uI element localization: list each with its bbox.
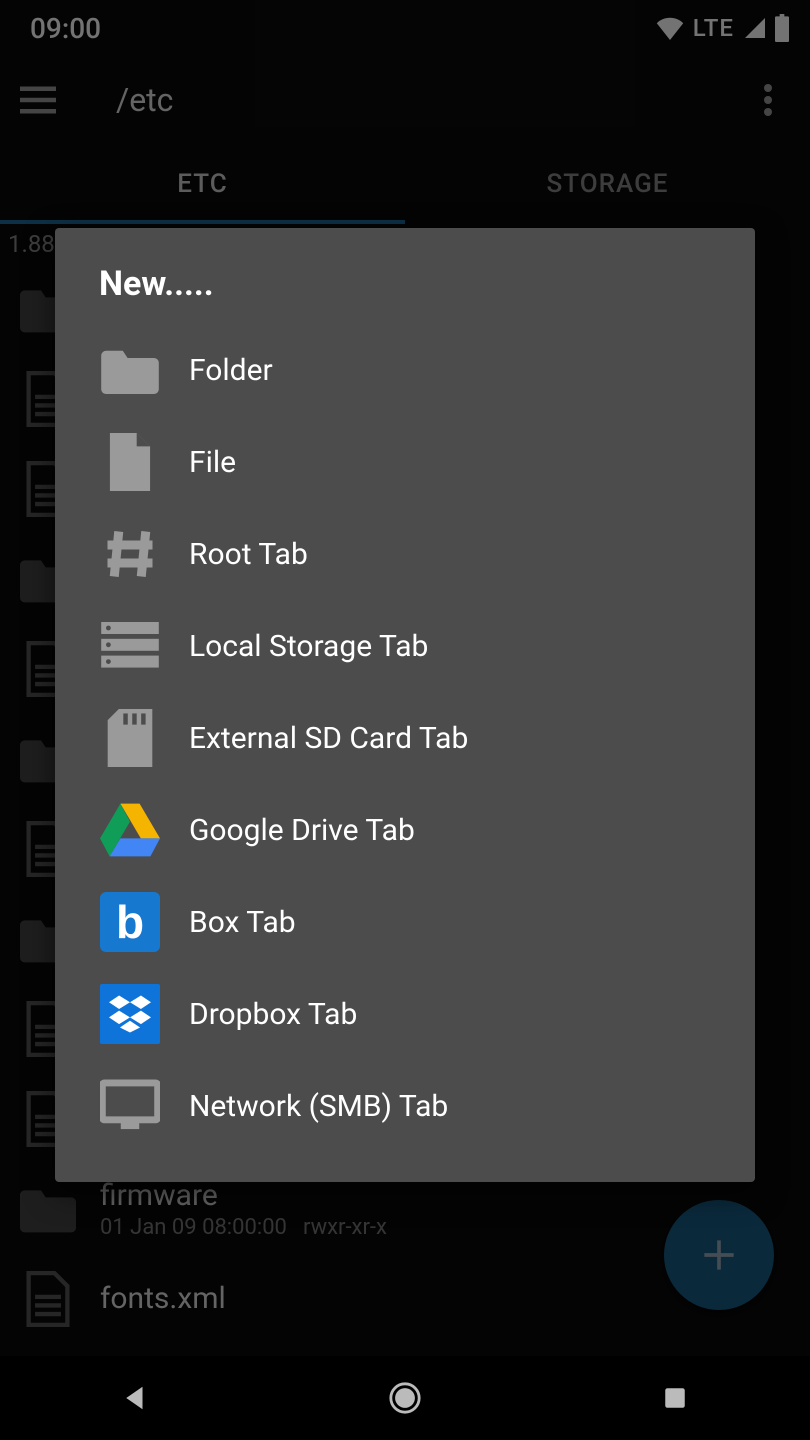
nav-recent-icon[interactable]	[645, 1368, 705, 1428]
hash-icon	[99, 523, 161, 585]
new-dialog: New..... Folder File Root Tab Local Storage…	[55, 228, 755, 1182]
dialog-item-label: Dropbox Tab	[189, 997, 357, 1032]
dialog-item-label: Local Storage Tab	[189, 629, 428, 664]
folder-icon	[99, 339, 161, 401]
dialog-item-gdrive[interactable]: Google Drive Tab	[55, 784, 755, 876]
dialog-item-label: External SD Card Tab	[189, 721, 468, 756]
dialog-item-label: Google Drive Tab	[189, 813, 415, 848]
dialog-item-monitor[interactable]: Network (SMB) Tab	[55, 1060, 755, 1152]
dialog-title: New.....	[55, 228, 755, 324]
dialog-item-sdcard[interactable]: External SD Card Tab	[55, 692, 755, 784]
dialog-item-dropbox[interactable]: Dropbox Tab	[55, 968, 755, 1060]
dialog-item-storage[interactable]: Local Storage Tab	[55, 600, 755, 692]
gdrive-icon	[99, 799, 161, 861]
file-icon	[99, 431, 161, 493]
dialog-item-label: Root Tab	[189, 537, 308, 572]
system-nav-bar	[0, 1356, 810, 1440]
dialog-item-hash[interactable]: Root Tab	[55, 508, 755, 600]
dialog-item-file[interactable]: File	[55, 416, 755, 508]
screen: 09:00 LTE /etc ETC STORAGE 1.88	[0, 0, 810, 1440]
dialog-item-box[interactable]: b Box Tab	[55, 876, 755, 968]
dialog-item-label: File	[189, 445, 236, 480]
monitor-icon	[99, 1075, 161, 1137]
dialog-item-folder[interactable]: Folder	[55, 324, 755, 416]
dialog-item-label: Network (SMB) Tab	[189, 1089, 448, 1124]
dialog-item-label: Box Tab	[189, 905, 296, 940]
dropbox-icon	[99, 983, 161, 1045]
dialog-item-label: Folder	[189, 353, 273, 388]
storage-icon	[99, 615, 161, 677]
sdcard-icon	[99, 707, 161, 769]
nav-back-icon[interactable]	[105, 1368, 165, 1428]
box-icon: b	[99, 891, 161, 953]
nav-home-icon[interactable]	[375, 1368, 435, 1428]
